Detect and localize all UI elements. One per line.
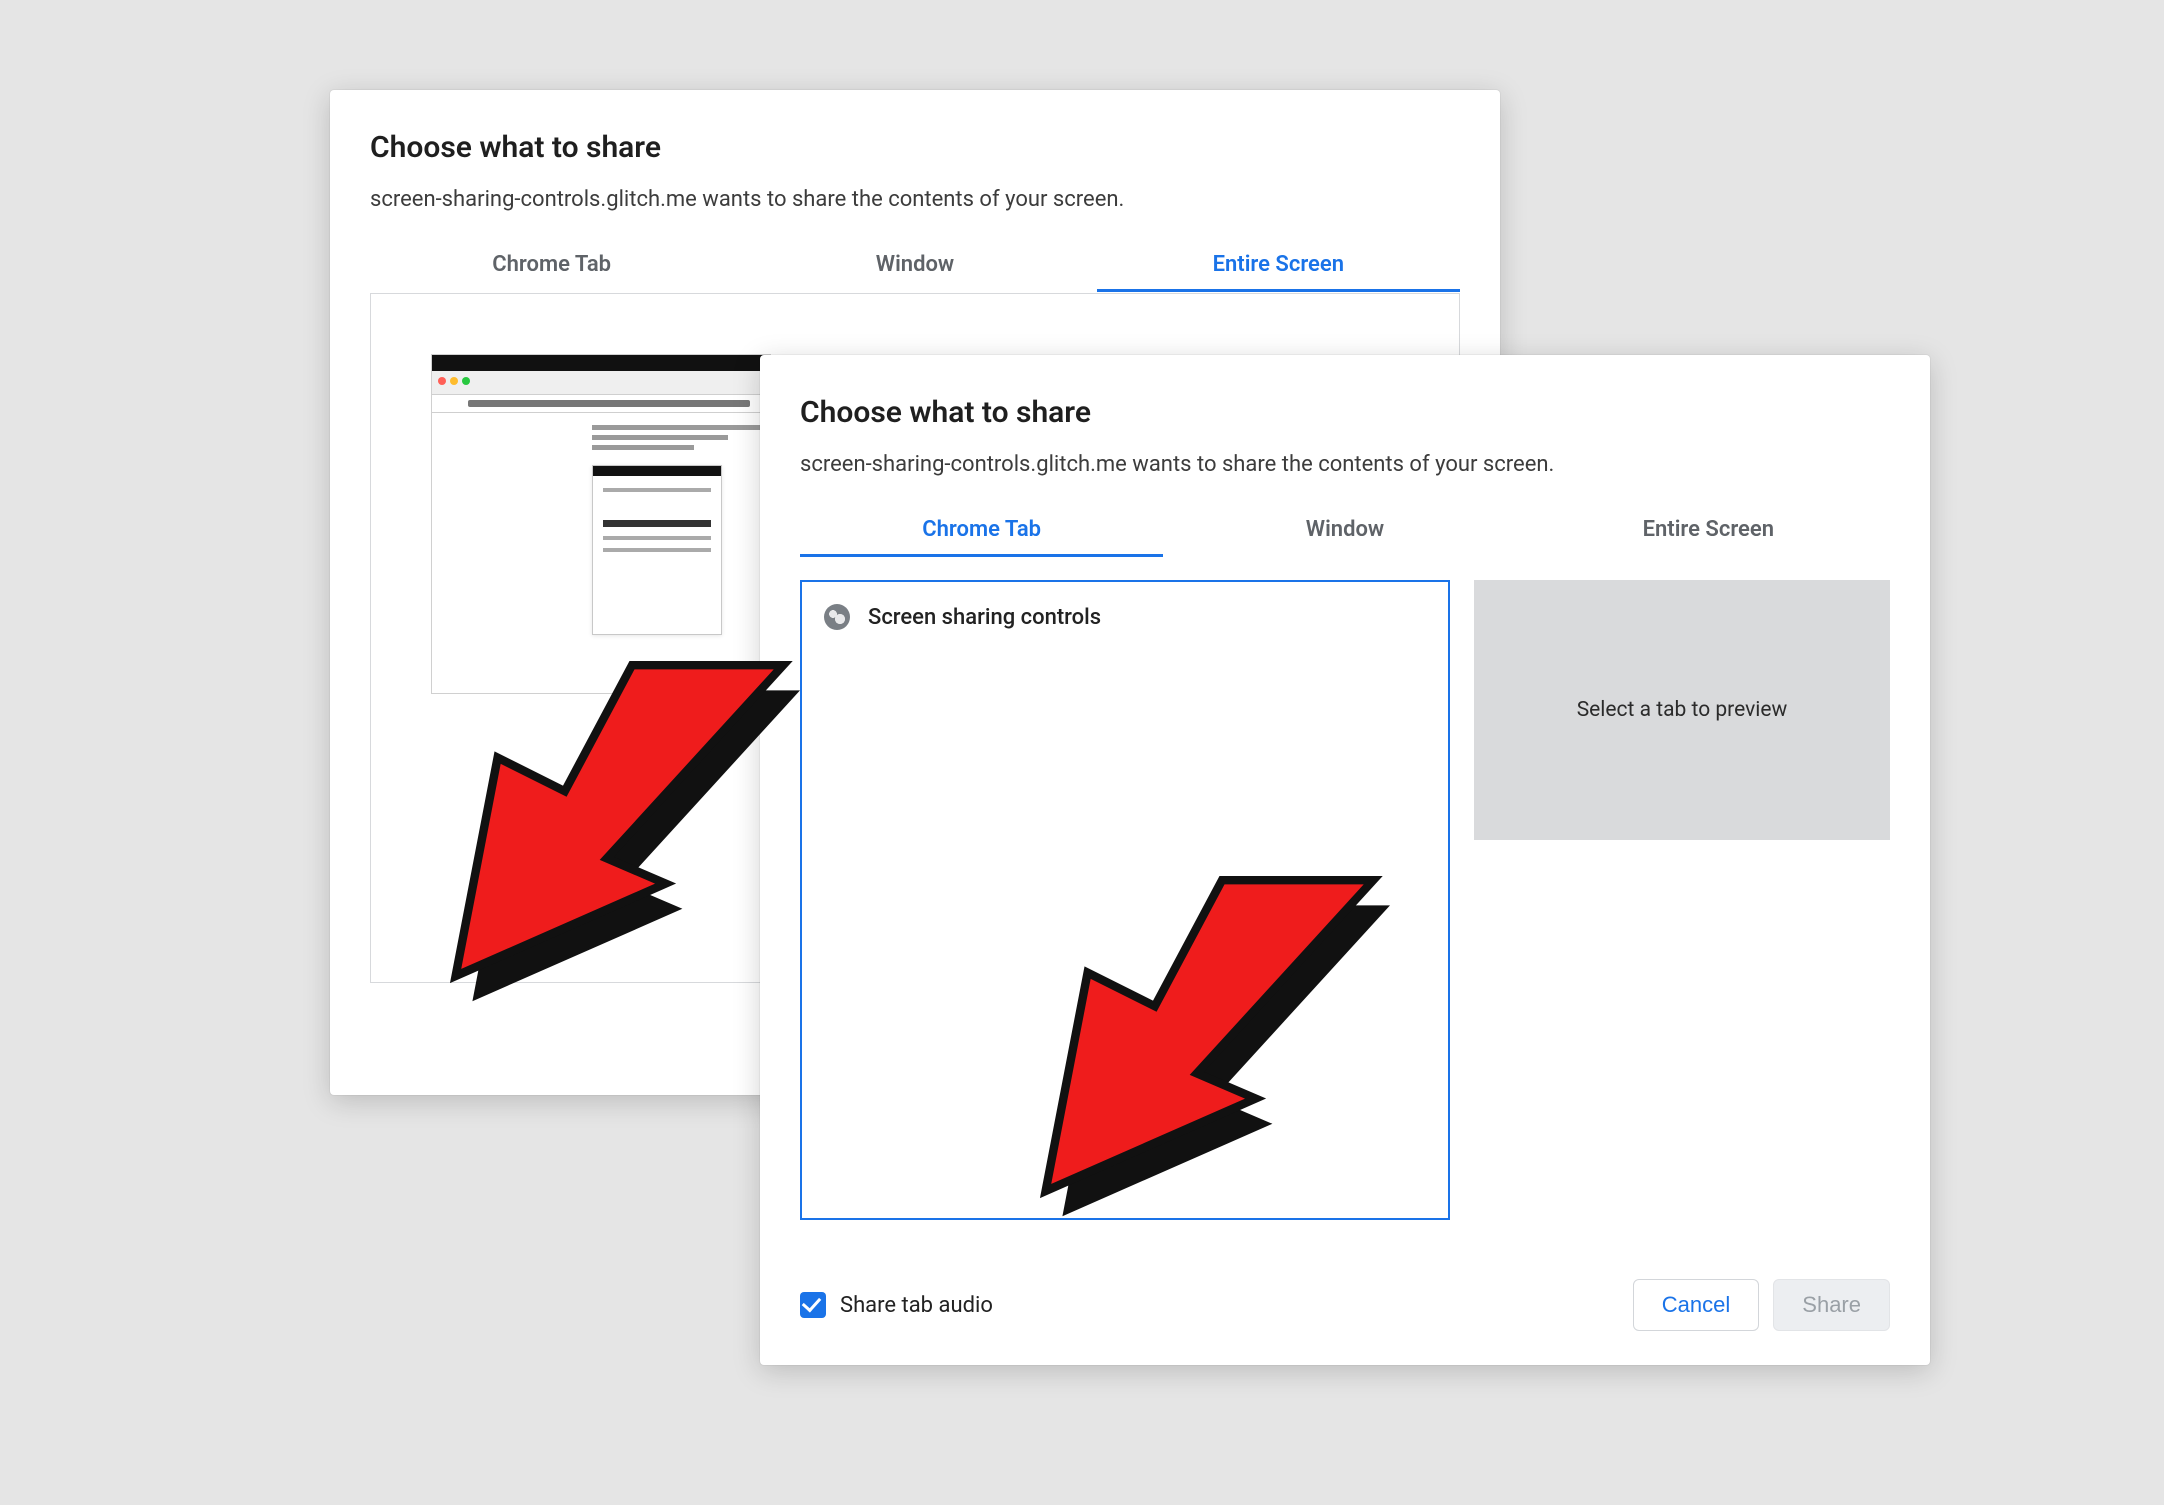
tab-chrome-tab[interactable]: Chrome Tab xyxy=(800,511,1163,557)
globe-icon xyxy=(824,604,850,630)
chrome-tab-list: Screen sharing controls xyxy=(800,580,1450,1220)
share-button[interactable]: Share xyxy=(1773,1279,1890,1331)
dialog-title: Choose what to share xyxy=(370,130,1460,165)
share-tab-audio-checkbox[interactable] xyxy=(800,1292,826,1318)
screen-thumbnail[interactable] xyxy=(431,354,771,694)
cancel-button[interactable]: Cancel xyxy=(1633,1279,1759,1331)
preview-placeholder-text: Select a tab to preview xyxy=(1577,698,1788,722)
tab-entire-screen[interactable]: Entire Screen xyxy=(1527,511,1890,557)
dialog-subtitle: screen-sharing-controls.glitch.me wants … xyxy=(370,187,1460,212)
share-dialog-chrome-tab: Choose what to share screen-sharing-cont… xyxy=(760,355,1930,1365)
share-source-tabs: Chrome Tab Window Entire Screen xyxy=(370,246,1460,293)
share-tab-audio-label: Share tab audio xyxy=(840,1293,993,1318)
chrome-tab-item[interactable]: Screen sharing controls xyxy=(822,600,1428,634)
dialog-subtitle: screen-sharing-controls.glitch.me wants … xyxy=(800,452,1890,477)
chrome-tab-item-label: Screen sharing controls xyxy=(868,605,1101,630)
tab-window[interactable]: Window xyxy=(733,246,1096,292)
tab-preview-placeholder: Select a tab to preview xyxy=(1474,580,1890,840)
tab-entire-screen[interactable]: Entire Screen xyxy=(1097,246,1460,292)
tab-window[interactable]: Window xyxy=(1163,511,1526,557)
dialog-title: Choose what to share xyxy=(800,395,1890,430)
tab-chrome-tab[interactable]: Chrome Tab xyxy=(370,246,733,292)
share-source-tabs: Chrome Tab Window Entire Screen xyxy=(800,511,1890,558)
